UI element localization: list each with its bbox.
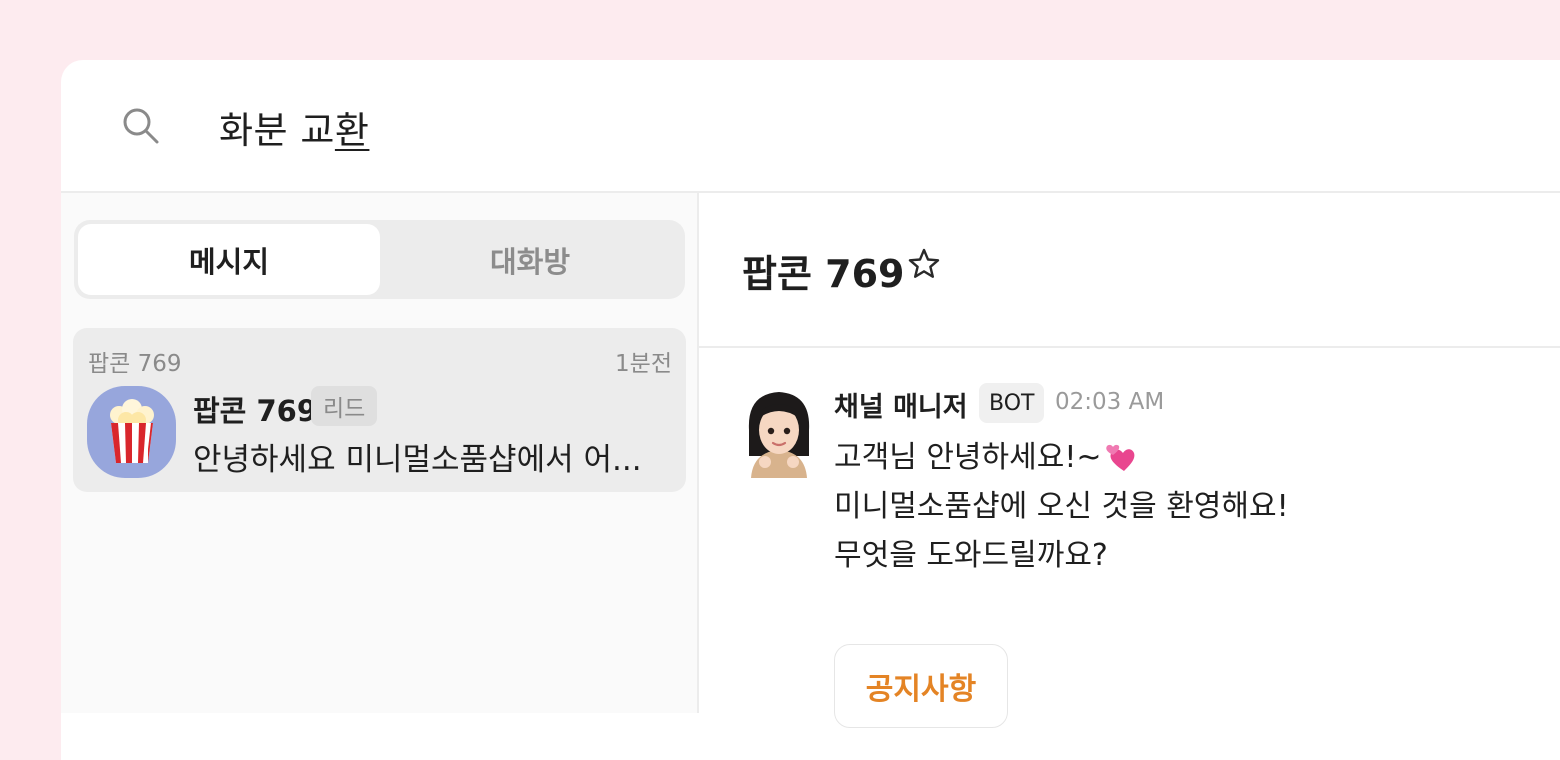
notice-button[interactable]: 공지사항 [834,644,1008,728]
chat-window: 화분 교환 메시지 대화방 팝콘 769 1분전 팝콘 769 리드 안녕하세요… [61,60,1560,760]
chat-room: 팝콘 769 채널 매니저 BOT 02:03 AM 고객님 안녕하세요!~ 미… [699,193,1560,728]
conversation-preview: 안녕하세요 미니멀소품샵에서 어... [193,442,642,478]
message-line: 고객님 안녕하세요!~ [834,432,1136,476]
message-line: 미니멀소품샵에 오신 것을 환영해요! [834,489,1289,524]
bot-badge: BOT [979,383,1045,423]
two-hearts-icon [1105,444,1134,471]
message-text: 고객님 안녕하세요!~ [834,440,1102,475]
avatar [87,386,176,478]
page-title: 팝콘 769 [742,252,905,296]
star-outline-icon[interactable] [907,247,941,281]
tab-messages[interactable]: 메시지 [78,224,380,295]
memoji-avatar-icon [748,392,810,478]
search-icon [123,108,159,144]
room-header: 팝콘 769 [699,193,1560,348]
conversation-name: 팝콘 769 [193,394,317,428]
conversation-channel: 팝콘 769 [88,351,182,377]
message-time: 02:03 AM [1055,389,1165,415]
status-badge: 리드 [311,386,378,426]
tab-switcher: 메시지 대화방 [74,220,685,299]
conversation-time: 1분전 [615,351,672,377]
sidebar: 메시지 대화방 팝콘 769 1분전 팝콘 769 리드 안녕하세요 미니멀소품… [61,193,699,713]
message-line: 무엇을 도와드릴까요? [834,538,1108,573]
search-query-composing: 환 [334,109,370,152]
search-input[interactable]: 화분 교환 [219,100,369,154]
search-bar[interactable]: 화분 교환 [61,60,1560,193]
message-sender: 채널 매니저 [834,392,968,423]
popcorn-icon [109,399,154,463]
conversation-item[interactable]: 팝콘 769 1분전 팝콘 769 리드 안녕하세요 미니멀소품샵에서 어... [73,328,686,492]
search-query: 화분 교 [219,109,335,152]
tab-chatrooms[interactable]: 대화방 [379,224,681,295]
